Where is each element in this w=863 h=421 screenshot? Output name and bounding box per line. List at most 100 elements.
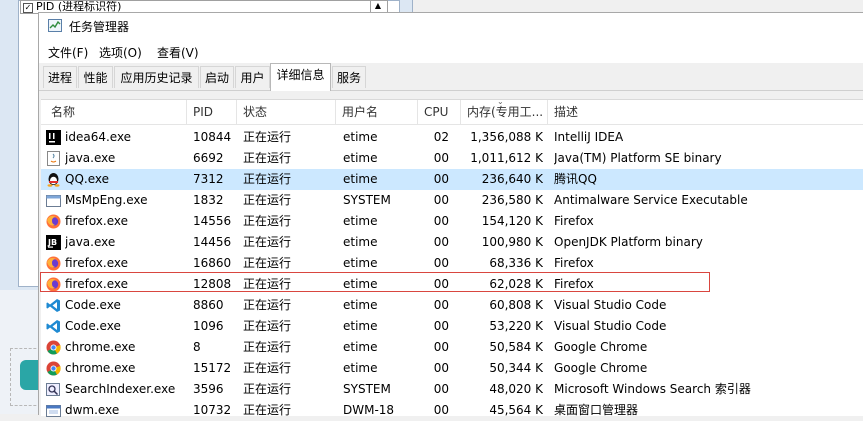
table-row[interactable]: QQ.exe 7312 正在运行 etime 00 236,640 K 腾讯QQ — [41, 169, 863, 190]
cell-name: idea64.exe — [65, 130, 132, 144]
cell-memory: 45,564 K — [489, 403, 543, 417]
column-header-cpu[interactable]: CPU — [418, 100, 461, 124]
cell-pid: 14456 — [193, 235, 232, 249]
cell-memory: 236,640 K — [481, 172, 543, 186]
window-title: 任务管理器 — [69, 20, 130, 34]
cell-name: firefox.exe — [65, 256, 129, 270]
cell-user: etime — [343, 235, 378, 249]
cell-pid: 8 — [193, 340, 201, 354]
table-row[interactable]: firefox.exe 16860 正在运行 etime 00 68,336 K Firef… — [41, 253, 863, 274]
tab-processes[interactable]: 进程 — [43, 66, 77, 88]
menu-options[interactable]: 选项(O) — [99, 44, 142, 61]
cell-status: 正在运行 — [243, 172, 292, 186]
cell-cpu: 02 — [433, 130, 449, 144]
cell-description: Firefox — [554, 256, 594, 270]
cell-cpu: 00 — [433, 214, 449, 228]
task-manager-icon — [48, 19, 62, 32]
menu-file[interactable]: 文件(F) — [48, 44, 88, 61]
cell-memory: 50,344 K — [489, 361, 543, 375]
menu-view[interactable]: 查看(V) — [157, 44, 199, 61]
cell-cpu: 00 — [433, 256, 449, 270]
cell-status: 正在运行 — [243, 193, 292, 207]
cell-status: 正在运行 — [243, 319, 292, 333]
tab-performance[interactable]: 性能 — [78, 66, 113, 88]
tab-strip: 进程 性能 应用历史记录 启动 用户 详细信息 服务 — [39, 63, 863, 91]
table-row[interactable]: Code.exe 8860 正在运行 etime 00 60,808 K Visual St… — [41, 295, 863, 316]
cell-pid: 14556 — [193, 214, 232, 228]
cell-pid: 3596 — [193, 382, 224, 396]
cell-pid: 12808 — [193, 277, 232, 291]
column-header-pid[interactable]: PID — [187, 100, 237, 124]
cell-pid: 1096 — [193, 319, 224, 333]
column-header-memory[interactable]: 内存(专用工... — [461, 100, 548, 124]
table-row[interactable]: chrome.exe 15172 正在运行 etime 00 50,344 K Google… — [41, 358, 863, 379]
table-row[interactable]: dwm.exe 10732 正在运行 DWM-18 00 45,564 K 桌面窗口管理器 — [41, 400, 863, 421]
cell-pid: 6692 — [193, 151, 224, 165]
cell-description: IntelliJ IDEA — [554, 130, 624, 144]
task-manager-window: 任务管理器 文件(F) 选项(O) 查看(V) 进程 性能 应用历史记录 启动 … — [38, 12, 863, 417]
cell-name: SearchIndexer.exe — [65, 382, 176, 396]
column-header-name[interactable]: 名称 — [41, 100, 187, 124]
table-row[interactable]: idea64.exe 10844 正在运行 etime 02 1,356,088 K Int… — [41, 127, 863, 148]
cell-description: 腾讯QQ — [554, 172, 597, 186]
cell-pid: 1832 — [193, 193, 224, 207]
cell-memory: 62,028 K — [489, 277, 543, 291]
cell-description: Visual Studio Code — [554, 319, 667, 333]
cell-memory: 60,808 K — [489, 298, 543, 312]
table-row[interactable]: java.exe 6692 正在运行 etime 00 1,011,612 K Java(T… — [41, 148, 863, 169]
cell-name: QQ.exe — [65, 172, 109, 186]
cell-description: Firefox — [554, 277, 594, 291]
cell-user: etime — [343, 130, 378, 144]
cell-memory: 50,584 K — [489, 340, 543, 354]
tab-users[interactable]: 用户 — [235, 66, 270, 88]
cell-description: Java(TM) Platform SE binary — [554, 151, 722, 165]
tab-details[interactable]: 详细信息 — [270, 63, 331, 91]
tab-startup[interactable]: 启动 — [200, 66, 234, 88]
cell-user: etime — [343, 298, 378, 312]
table-row[interactable]: SearchIndexer.exe 3596 正在运行 SYSTEM 00 48,020 … — [41, 379, 863, 400]
cell-status: 正在运行 — [243, 151, 292, 165]
cell-name: Code.exe — [65, 319, 121, 333]
cell-cpu: 00 — [433, 403, 449, 417]
cell-name: java.exe — [65, 151, 116, 165]
cell-user: etime — [343, 172, 378, 186]
cell-user: etime — [343, 277, 378, 291]
cell-user: etime — [343, 319, 378, 333]
table-row[interactable]: chrome.exe 8 正在运行 etime 00 50,584 K Google Chr… — [41, 337, 863, 358]
checkbox-checked-icon[interactable]: ✓ — [23, 3, 33, 13]
cell-status: 正在运行 — [243, 298, 292, 312]
cell-pid: 8860 — [193, 298, 224, 312]
cell-status: 正在运行 — [243, 235, 292, 249]
tab-services[interactable]: 服务 — [332, 66, 366, 88]
tab-app-history[interactable]: 应用历史记录 — [114, 66, 199, 88]
dwm-icon — [46, 403, 61, 418]
cell-memory: 48,020 K — [489, 382, 543, 396]
table-row[interactable]: firefox.exe 12808 正在运行 etime 00 62,028 K Firef… — [41, 274, 863, 295]
column-header-description[interactable]: 描述 — [548, 100, 863, 124]
jetbrains-icon: JB — [46, 235, 61, 250]
cell-user: SYSTEM — [343, 193, 391, 207]
table-row[interactable]: JB java.exe 14456 正在运行 etime 00 100,980 K OpenJ… — [41, 232, 863, 253]
cell-name: chrome.exe — [65, 361, 136, 375]
firefox-icon — [46, 256, 61, 271]
cell-name: dwm.exe — [65, 403, 120, 417]
search-indexer-icon — [46, 382, 61, 397]
cell-name: MsMpEng.exe — [65, 193, 148, 207]
vscode-icon — [46, 319, 61, 334]
cell-name: chrome.exe — [65, 340, 136, 354]
firefox-icon — [46, 277, 61, 292]
table-row[interactable]: Code.exe 1096 正在运行 etime 00 53,220 K Visual St… — [41, 316, 863, 337]
scroll-up-icon[interactable]: ▲ — [370, 0, 385, 12]
cell-cpu: 00 — [433, 172, 449, 186]
cell-memory: 236,580 K — [481, 193, 543, 207]
column-header-status[interactable]: 状态 — [237, 100, 336, 124]
cell-cpu: 00 — [433, 319, 449, 333]
title-bar[interactable]: 任务管理器 — [39, 13, 863, 39]
table-row[interactable]: MsMpEng.exe 1832 正在运行 SYSTEM 00 236,580 K Anti… — [41, 190, 863, 211]
cell-cpu: 00 — [433, 151, 449, 165]
cell-description: Microsoft Windows Search 索引器 — [554, 382, 751, 396]
cell-cpu: 00 — [433, 298, 449, 312]
table-row[interactable]: firefox.exe 14556 正在运行 etime 00 154,120 K Fire… — [41, 211, 863, 232]
cell-status: 正在运行 — [243, 130, 292, 144]
column-header-user[interactable]: 用户名 — [336, 100, 418, 124]
